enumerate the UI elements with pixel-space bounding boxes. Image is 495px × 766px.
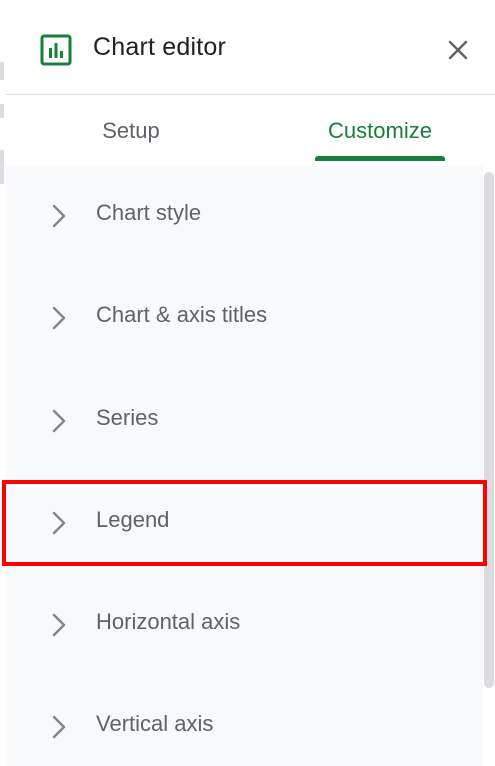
chevron-right-icon bbox=[52, 511, 66, 535]
customize-sections: Chart style Chart & axis titles Series L… bbox=[6, 166, 483, 766]
chart-editor-window: Chart editor Setup Customize Chart style… bbox=[0, 0, 495, 766]
section-legend[interactable]: Legend bbox=[6, 473, 483, 573]
section-label: Chart & axis titles bbox=[96, 302, 268, 327]
close-icon[interactable] bbox=[442, 34, 474, 66]
section-label: Legend bbox=[96, 507, 170, 532]
chevron-right-icon bbox=[52, 613, 66, 637]
section-label: Horizontal axis bbox=[96, 609, 241, 634]
active-tab-indicator bbox=[315, 156, 445, 161]
chevron-right-icon bbox=[52, 204, 66, 228]
chevron-right-icon bbox=[52, 715, 66, 739]
sheet-edge-mark bbox=[0, 62, 4, 80]
editor-header: Chart editor bbox=[6, 0, 495, 95]
tab-setup[interactable]: Setup bbox=[66, 96, 196, 166]
section-label: Series bbox=[96, 405, 159, 430]
editor-title: Chart editor bbox=[93, 33, 227, 61]
section-vertical-axis[interactable]: Vertical axis bbox=[6, 677, 483, 766]
section-chart-style[interactable]: Chart style bbox=[6, 166, 483, 266]
section-label: Vertical axis bbox=[96, 711, 214, 736]
chevron-right-icon bbox=[52, 306, 66, 330]
section-label: Chart style bbox=[96, 200, 202, 225]
section-series[interactable]: Series bbox=[6, 371, 483, 471]
sheet-edge-mark bbox=[0, 104, 4, 118]
chevron-right-icon bbox=[52, 409, 66, 433]
editor-tabs: Setup Customize bbox=[6, 96, 495, 166]
section-chart-axis-titles[interactable]: Chart & axis titles bbox=[6, 268, 483, 368]
sheet-edge-mark bbox=[0, 150, 4, 184]
section-horizontal-axis[interactable]: Horizontal axis bbox=[6, 575, 483, 675]
scrollbar-thumb[interactable] bbox=[484, 172, 494, 688]
bar-chart-icon bbox=[40, 34, 72, 66]
